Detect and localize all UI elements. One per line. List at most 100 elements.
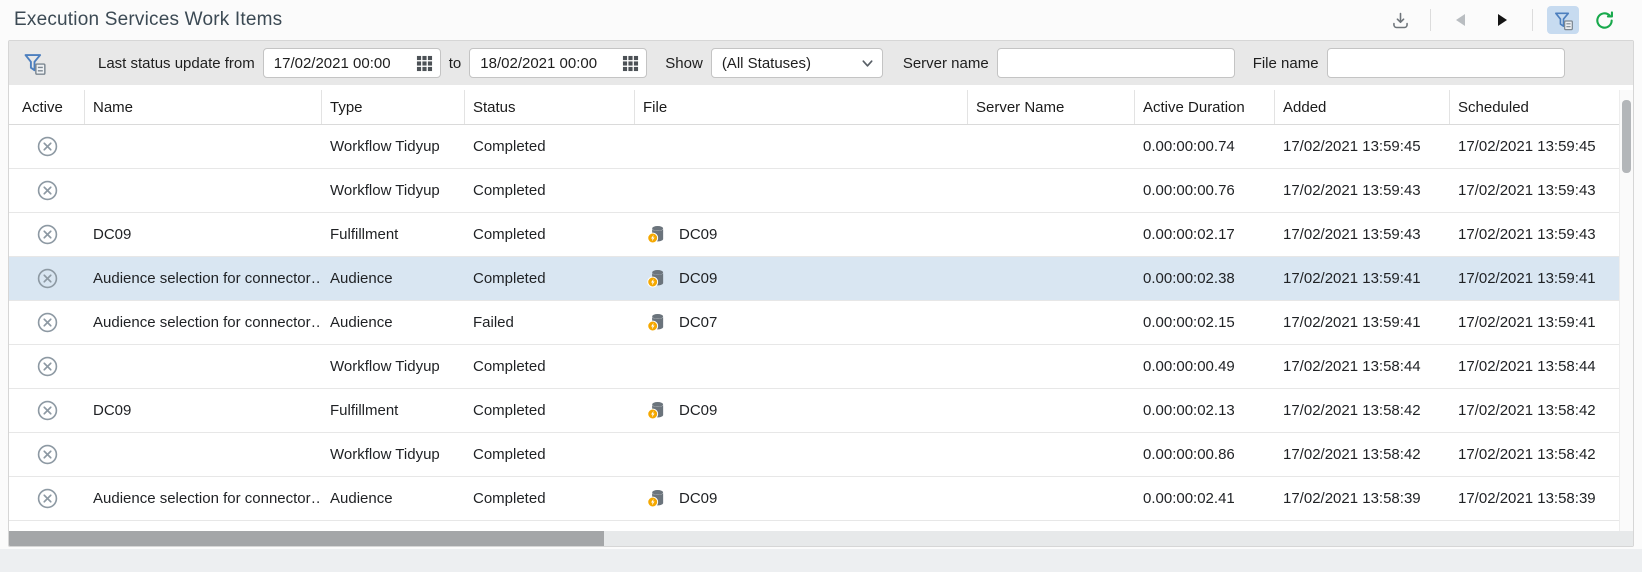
title-bar: Execution Services Work Items	[0, 0, 1642, 40]
table-row[interactable]: Workflow Tidyup Completed 0.00:00:00.49 …	[9, 345, 1633, 389]
added-cell: 17/02/2021 13:59:41	[1275, 301, 1450, 344]
work-items-panel: Last status update from 17/02/2021 00:00…	[8, 40, 1634, 547]
server-name-cell	[968, 125, 1135, 168]
status-cell: Failed	[465, 301, 635, 344]
vertical-scrollbar[interactable]	[1619, 90, 1633, 531]
scheduled-cell: 17/02/2021 13:58:42	[1450, 433, 1633, 476]
table-row[interactable]: Audience selection for connector… Audien…	[9, 257, 1633, 301]
type-cell: Audience	[322, 257, 465, 300]
server-name-cell	[968, 169, 1135, 212]
table-row[interactable]: Audience selection for connector… Audien…	[9, 477, 1633, 521]
server-name-cell	[968, 213, 1135, 256]
name-cell: DC09	[85, 389, 322, 432]
scheduled-cell: 17/02/2021 13:59:45	[1450, 125, 1633, 168]
added-cell: 17/02/2021 13:58:39	[1275, 477, 1450, 520]
database-file-icon	[647, 401, 666, 420]
active-cell	[9, 213, 85, 256]
file-cell	[635, 125, 968, 168]
table-row[interactable]: Audience selection for connector… Audien…	[9, 301, 1633, 345]
file-name-text: DC09	[679, 226, 717, 243]
status-cell: Completed	[465, 433, 635, 476]
column-header[interactable]: Scheduled	[1450, 90, 1633, 124]
column-header[interactable]: Name	[85, 90, 322, 124]
page-bottom-gutter	[0, 549, 1642, 572]
active-duration-cell: 0.00:00:02.38	[1135, 257, 1275, 300]
cancelled-circle-icon	[36, 179, 59, 202]
cancelled-circle-icon	[36, 223, 59, 246]
scheduled-cell: 17/02/2021 13:58:42	[1450, 389, 1633, 432]
server-name-cell	[968, 301, 1135, 344]
table-header: Active Name Type Status File Server Name…	[9, 90, 1633, 125]
next-page-button[interactable]	[1486, 6, 1518, 34]
table-row[interactable]: DC09 Fulfillment Completed DC09 0.00:00:…	[9, 389, 1633, 433]
scheduled-cell: 17/02/2021 13:58:39	[1450, 477, 1633, 520]
active-cell	[9, 125, 85, 168]
date-to-calendar-button[interactable]	[622, 55, 639, 72]
refresh-icon	[1594, 10, 1615, 31]
toolbar-separator	[1532, 9, 1533, 31]
refresh-button[interactable]	[1588, 6, 1620, 34]
name-cell: Audience selection for connector…	[85, 477, 322, 520]
vertical-scrollbar-thumb[interactable]	[1622, 100, 1631, 173]
column-header[interactable]: File	[635, 90, 968, 124]
type-cell: Audience	[322, 477, 465, 520]
scheduled-cell: 17/02/2021 13:59:43	[1450, 213, 1633, 256]
column-header[interactable]: Added	[1275, 90, 1450, 124]
table-row[interactable]: Workflow Tidyup Completed 0.00:00:00.76 …	[9, 169, 1633, 213]
column-header[interactable]: Type	[322, 90, 465, 124]
horizontal-scrollbar-thumb[interactable]	[9, 531, 604, 546]
added-cell: 17/02/2021 13:58:42	[1275, 389, 1450, 432]
show-label: Show	[665, 55, 703, 72]
active-duration-cell: 0.00:00:02.15	[1135, 301, 1275, 344]
cancelled-circle-icon	[36, 487, 59, 510]
status-filter-select[interactable]: (All Statuses)	[711, 48, 883, 78]
chevron-down-icon	[861, 57, 874, 70]
date-from-calendar-button[interactable]	[416, 55, 433, 72]
cancelled-circle-icon	[36, 355, 59, 378]
file-cell: DC09	[635, 213, 968, 256]
name-cell	[85, 433, 322, 476]
active-duration-cell: 0.00:00:00.49	[1135, 345, 1275, 388]
date-to-input[interactable]: 18/02/2021 00:00	[469, 48, 647, 78]
cancelled-circle-icon	[36, 311, 59, 334]
active-cell	[9, 433, 85, 476]
added-cell: 17/02/2021 13:59:45	[1275, 125, 1450, 168]
active-cell	[9, 301, 85, 344]
server-name-cell	[968, 477, 1135, 520]
type-cell: Workflow Tidyup	[322, 169, 465, 212]
table-row[interactable]: Workflow Tidyup Completed 0.00:00:00.74 …	[9, 125, 1633, 169]
file-cell: DC09	[635, 257, 968, 300]
date-from-input[interactable]: 17/02/2021 00:00	[263, 48, 441, 78]
toggle-filter-button[interactable]	[1547, 6, 1579, 34]
server-name-cell	[968, 257, 1135, 300]
table-row[interactable]: DC09 Fulfillment Completed DC09 0.00:00:…	[9, 213, 1633, 257]
status-cell: Completed	[465, 477, 635, 520]
date-to-value: 18/02/2021 00:00	[480, 55, 597, 72]
column-header[interactable]: Server Name	[968, 90, 1135, 124]
scheduled-cell: 17/02/2021 13:59:41	[1450, 301, 1633, 344]
download-button[interactable]	[1384, 6, 1416, 34]
toolbar-separator	[1430, 9, 1431, 31]
column-header[interactable]: Active	[9, 90, 85, 124]
column-header[interactable]: Status	[465, 90, 635, 124]
status-cell: Completed	[465, 125, 635, 168]
file-cell	[635, 169, 968, 212]
cancelled-circle-icon	[36, 135, 59, 158]
status-cell: Completed	[465, 345, 635, 388]
column-header[interactable]: Active Duration	[1135, 90, 1275, 124]
horizontal-scrollbar[interactable]	[9, 531, 1633, 546]
table-row[interactable]: Workflow Tidyup Completed 0.00:00:00.86 …	[9, 433, 1633, 477]
server-name-input[interactable]	[997, 48, 1235, 78]
active-cell	[9, 389, 85, 432]
active-duration-cell: 0.00:00:02.41	[1135, 477, 1275, 520]
next-page-icon	[1495, 13, 1509, 27]
cancelled-circle-icon	[36, 267, 59, 290]
added-cell: 17/02/2021 13:58:44	[1275, 345, 1450, 388]
file-name-input[interactable]	[1327, 48, 1565, 78]
active-duration-cell: 0.00:00:02.13	[1135, 389, 1275, 432]
database-file-icon	[647, 313, 666, 332]
file-name-text: DC07	[679, 314, 717, 331]
file-name-text: DC09	[679, 402, 717, 419]
filter-bar: Last status update from 17/02/2021 00:00…	[9, 41, 1633, 85]
previous-page-button[interactable]	[1445, 6, 1477, 34]
